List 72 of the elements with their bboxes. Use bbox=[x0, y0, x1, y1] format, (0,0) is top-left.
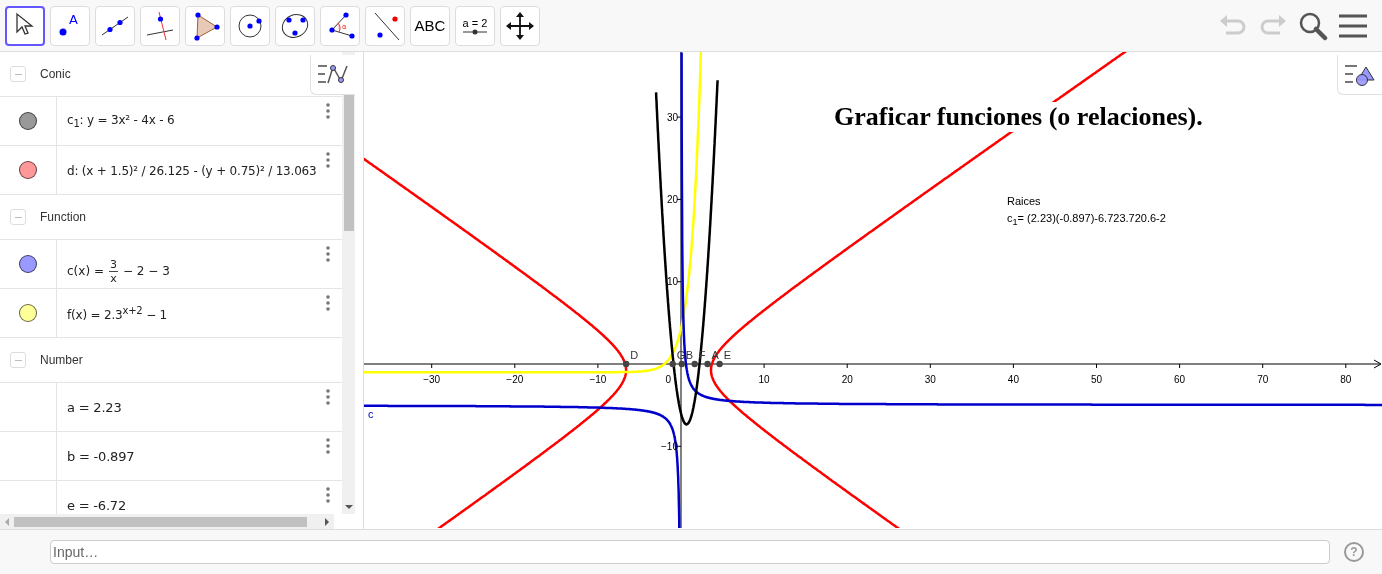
visibility-dot[interactable] bbox=[19, 112, 37, 130]
more-options-button[interactable] bbox=[326, 438, 330, 454]
vertical-scrollbar[interactable] bbox=[342, 52, 355, 514]
tool-button[interactable] bbox=[5, 5, 45, 46]
axis-tick-label: 20 bbox=[841, 374, 853, 385]
roots-note: c$_{1}$= (2.23)(-0.897)-6.723.720.6-2 bbox=[1007, 212, 1166, 228]
visibility-dot[interactable] bbox=[19, 255, 37, 273]
group-title: Conic bbox=[40, 67, 71, 81]
formula-text: d: (x + 1.5)² / 26.125 - (y + 0.75)² / 13.063 bbox=[67, 163, 317, 178]
formula-text: c$_{1}$: y = 3x² - 4x - 6 bbox=[67, 113, 175, 128]
formula-text: e = -6.72 bbox=[67, 497, 126, 513]
point[interactable] bbox=[704, 360, 711, 368]
visibility-dot[interactable] bbox=[19, 304, 37, 322]
more-options-button[interactable] bbox=[326, 389, 330, 405]
axis-tick-label: 20 bbox=[666, 193, 678, 205]
curve-label: c bbox=[368, 408, 374, 420]
axis-tick-label: 50 bbox=[1090, 374, 1103, 385]
point[interactable] bbox=[622, 360, 630, 368]
group-title: Function bbox=[40, 210, 87, 224]
slider-tool-button[interactable]: a = 2 bbox=[455, 5, 495, 46]
scroll-thumb[interactable] bbox=[344, 94, 354, 231]
scroll-down-icon[interactable] bbox=[345, 504, 353, 510]
visibility-dot[interactable] bbox=[19, 161, 37, 179]
slider-icon bbox=[462, 28, 488, 35]
axis-tick-label: 10 bbox=[666, 276, 678, 288]
formula-text: f(x) = 2.3$^{x+2}$ − 1 bbox=[67, 307, 168, 322]
note-title: Raices bbox=[1007, 195, 1041, 207]
point[interactable] bbox=[669, 360, 676, 368]
more-options-button[interactable] bbox=[326, 152, 330, 168]
text-tool-button[interactable]: ABC bbox=[410, 5, 450, 46]
axis-tick-label: 40 bbox=[1007, 374, 1019, 385]
axis-tick-label: 30 bbox=[924, 374, 936, 385]
axis-tick-label: 80 bbox=[1340, 374, 1352, 385]
shapes-style-icon bbox=[1344, 62, 1376, 87]
more-options-button[interactable] bbox=[326, 487, 330, 503]
point[interactable] bbox=[678, 360, 686, 368]
search-icon bbox=[1298, 10, 1328, 41]
group-title: Number bbox=[40, 353, 83, 367]
point-label: B bbox=[685, 349, 694, 361]
scroll-thumb[interactable] bbox=[14, 516, 307, 527]
point[interactable] bbox=[716, 360, 723, 368]
axis-tick-label: 0 bbox=[665, 374, 671, 385]
graph-title: Graficar funciones (o relaciones). bbox=[834, 102, 1203, 132]
more-options-button[interactable] bbox=[326, 246, 330, 262]
axis-tick-label: −20 bbox=[506, 374, 524, 385]
input-field[interactable]: Input… bbox=[50, 540, 1330, 564]
more-icon bbox=[326, 438, 330, 454]
formula-text: b = -0.897 bbox=[67, 448, 135, 464]
horizontal-scrollbar[interactable] bbox=[0, 514, 334, 529]
style-bar-toggle[interactable] bbox=[1337, 55, 1382, 95]
point[interactable] bbox=[691, 360, 698, 368]
more-icon bbox=[326, 103, 330, 119]
more-options-button[interactable] bbox=[326, 295, 330, 311]
point-label: D bbox=[630, 349, 639, 361]
axis-tick-label: 60 bbox=[1174, 374, 1186, 385]
more-icon bbox=[326, 295, 330, 311]
perpendicular-line-icon bbox=[144, 9, 176, 42]
axis-tick-label: 70 bbox=[1257, 374, 1269, 385]
scroll-right-icon[interactable] bbox=[324, 517, 330, 526]
point-label: E bbox=[723, 349, 731, 361]
more-icon bbox=[326, 152, 330, 168]
axis-tick-label: −10 bbox=[589, 374, 607, 385]
more-icon bbox=[326, 246, 330, 262]
style-bar-toggle[interactable] bbox=[310, 55, 355, 95]
axis-tick-label: −30 bbox=[423, 374, 441, 385]
axis-tick-label: 10 bbox=[758, 374, 770, 385]
axis-tick-label: 30 bbox=[666, 111, 678, 123]
more-icon bbox=[326, 487, 330, 503]
more-options-button[interactable] bbox=[326, 103, 330, 119]
more-icon bbox=[326, 389, 330, 405]
menu-icon bbox=[1338, 12, 1368, 39]
formula-text: a = 2.23 bbox=[67, 399, 122, 415]
